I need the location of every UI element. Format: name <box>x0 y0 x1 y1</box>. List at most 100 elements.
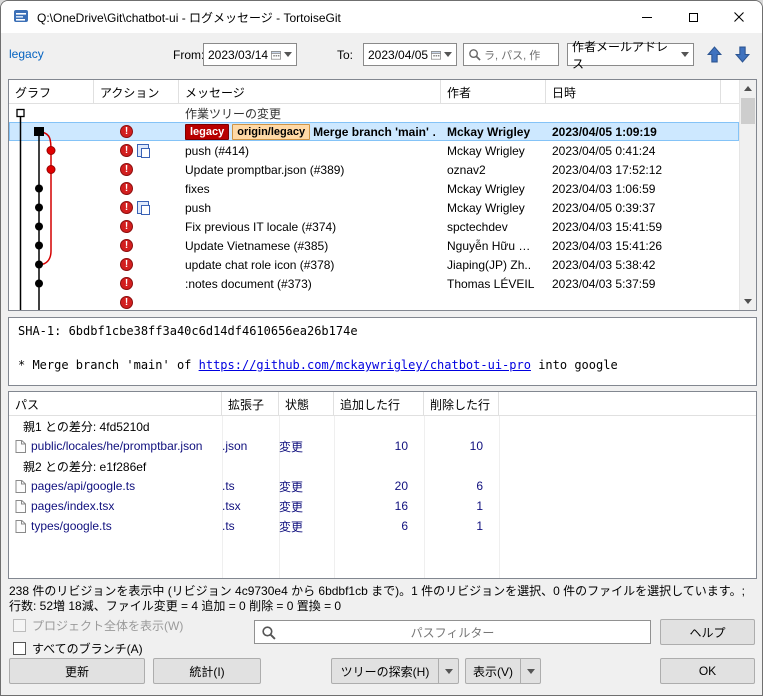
file-row[interactable]: types/google.ts .ts 変更 6 1 <box>9 516 756 536</box>
maximize-button[interactable] <box>670 1 716 33</box>
author-filter-dropdown[interactable]: 作者メールアドレス <box>567 40 694 71</box>
maximize-icon <box>688 12 698 22</box>
scroll-up-button[interactable] <box>740 80 756 97</box>
all-branches-checkbox[interactable]: すべてのブランチ(A) <box>13 640 143 657</box>
modified-icon: ! <box>120 296 133 309</box>
file-deleted-lines <box>424 456 499 476</box>
column-header-path[interactable]: パス <box>9 392 222 415</box>
path-filter-placeholder: パスフィルター <box>410 625 495 640</box>
navigate-down-button[interactable] <box>729 42 755 67</box>
from-date-picker[interactable]: 2023/03/14 <box>203 43 297 66</box>
file-extension: .ts <box>222 519 235 533</box>
log-search-input[interactable]: ラ, パス, 作 <box>463 43 559 66</box>
column-header-deleted-lines[interactable]: 削除した行 <box>424 392 499 415</box>
commit-date: 2023/04/03 15:41:59 <box>552 219 663 234</box>
checkbox-box-icon <box>13 642 26 655</box>
file-added-lines: 10 <box>394 439 408 453</box>
log-list-panel: グラフ アクション メッセージ 作者 日時 作業ツリーの変更 ! legacy … <box>8 79 757 311</box>
log-scrollbar[interactable] <box>739 80 756 310</box>
modified-icon: ! <box>120 163 133 176</box>
column-header-message[interactable]: メッセージ <box>179 80 441 103</box>
action-cell: ! <box>94 179 179 198</box>
commit-date: 2023/04/05 0:41:24 <box>552 143 656 158</box>
merge-message-prefix: * Merge branch 'main' of <box>18 358 199 372</box>
commit-row[interactable]: ! legacy origin/legacy Merge branch 'main' … <box>9 122 739 141</box>
file-deleted-lines: 1 <box>476 499 483 513</box>
file-added-lines <box>334 416 424 436</box>
file-icon <box>15 499 26 513</box>
sha-line: SHA-1: 6bdbf1cbe38ff3a40c6d14df4610656ea… <box>18 324 358 338</box>
walk-behavior-dropdown[interactable] <box>438 659 458 683</box>
column-header-action[interactable]: アクション <box>94 80 179 103</box>
diff-group-label: 親1 との差分: 4fd5210d <box>23 419 150 434</box>
commit-date: 2023/04/03 17:52:12 <box>552 162 663 177</box>
show-whole-project-checkbox: プロジェクト全体を表示(W) <box>13 617 183 634</box>
diff-group-label: 親2 との差分: e1f286ef <box>23 459 147 474</box>
worktree-row[interactable]: 作業ツリーの変更 <box>9 104 739 122</box>
commit-row[interactable]: ! update chat role icon (#378) Jiaping(JP)… <box>9 255 739 274</box>
commit-row[interactable]: ! Update promptbar.json (#389) oznav2 2023/… <box>9 160 739 179</box>
copied-icon <box>137 144 150 158</box>
minimize-button[interactable] <box>624 1 670 33</box>
column-header-date[interactable]: 日時 <box>546 80 721 103</box>
title-bar: Q:\OneDrive\Git\chatbot-ui - ログメッセージ - T… <box>1 1 762 33</box>
commit-message: Merge branch 'main' … <box>313 124 435 139</box>
column-header-graph[interactable]: グラフ <box>9 80 94 103</box>
message-cell: Update Vietnamese (#385) <box>179 236 441 255</box>
commit-message: push (#414) <box>185 143 250 158</box>
file-row[interactable]: pages/api/google.ts .ts 変更 20 6 <box>9 476 756 496</box>
modified-icon: ! <box>120 258 133 271</box>
checkbox-box-icon <box>13 619 26 632</box>
file-row-list: 親1 との差分: 4fd5210d public/locales/he/promp… <box>9 416 756 536</box>
file-row[interactable]: pages/index.tsx .tsx 変更 16 1 <box>9 496 756 516</box>
scrollbar-thumb[interactable] <box>741 98 755 124</box>
commit-row[interactable]: !:notes document (#373) Thomas LÉVEIL 2023… <box>9 274 739 293</box>
column-header-added-lines[interactable]: 追加した行 <box>334 392 424 415</box>
file-status: 変更 <box>279 439 304 454</box>
file-path: types/google.ts <box>9 516 222 536</box>
graph-cell <box>9 198 94 217</box>
current-branch-link[interactable]: legacy <box>9 47 44 61</box>
to-date-picker[interactable]: 2023/04/05 <box>363 43 457 66</box>
commit-row[interactable]: ! fixes Mckay Wrigley 2023/04/03 1:06:59 <box>9 179 739 198</box>
help-button[interactable]: ヘルプ <box>660 619 755 645</box>
action-cell: ! <box>94 122 179 141</box>
commit-row[interactable]: ! push (#414) Mckay Wrigley 2023/04/05 0:41… <box>9 141 739 160</box>
status-text: 238 件のリビジョンを表示中 (リビジョン 4c9730e4 から 6bdbf… <box>9 584 745 613</box>
scroll-down-button[interactable] <box>740 293 756 310</box>
filter-toolbar: legacy From: 2023/03/14 To: 2023/04/05 ラ… <box>1 33 762 75</box>
commit-row[interactable]: ! push Mckay Wrigley 2023/04/05 0:39:37 <box>9 198 739 217</box>
view-button[interactable]: 表示(V) <box>465 658 541 684</box>
walk-behavior-button[interactable]: ツリーの探索(H) <box>331 658 459 684</box>
file-icon <box>15 479 26 493</box>
statistics-button[interactable]: 統計(I) <box>153 658 261 684</box>
file-status: 変更 <box>279 519 304 534</box>
commit-url-link[interactable]: https://github.com/mckaywrigley/chatbot-… <box>199 358 531 372</box>
navigate-up-button[interactable] <box>701 42 727 67</box>
refresh-button[interactable]: 更新 <box>9 658 145 684</box>
graph-cell <box>9 160 94 179</box>
column-header-author[interactable]: 作者 <box>441 80 546 103</box>
commit-detail-panel[interactable]: SHA-1: 6bdbf1cbe38ff3a40c6d14df4610656ea… <box>8 317 757 386</box>
arrow-up-icon <box>706 46 722 63</box>
column-header-status[interactable]: 状態 <box>279 392 334 415</box>
commit-row[interactable]: ! Fix previous IT locale (#374) spctechdev… <box>9 217 739 236</box>
from-date-value: 2023/03/14 <box>208 47 269 62</box>
close-button[interactable] <box>716 1 762 33</box>
ok-button[interactable]: OK <box>660 658 755 684</box>
graph-cell <box>9 274 94 293</box>
view-dropdown[interactable] <box>520 659 540 683</box>
file-row[interactable]: public/locales/he/promptbar.json .json 変更 1… <box>9 436 756 456</box>
footer-controls: プロジェクト全体を表示(W) すべてのブランチ(A) パスフィルター ヘルプ 更… <box>1 614 762 695</box>
path-filter-input[interactable]: パスフィルター <box>254 620 651 644</box>
arrow-down-icon <box>744 299 752 304</box>
commit-row[interactable]: ! Update Vietnamese (#385) Nguyễn Hữu … 202… <box>9 236 739 255</box>
to-date-value: 2023/04/05 <box>368 47 429 62</box>
column-header-extension[interactable]: 拡張子 <box>222 392 279 415</box>
file-added-lines: 20 <box>394 479 408 493</box>
message-cell: push (#414) <box>179 141 441 160</box>
action-cell: ! <box>94 141 179 160</box>
file-extension <box>222 416 279 436</box>
commit-row[interactable]: ! <box>9 293 739 310</box>
